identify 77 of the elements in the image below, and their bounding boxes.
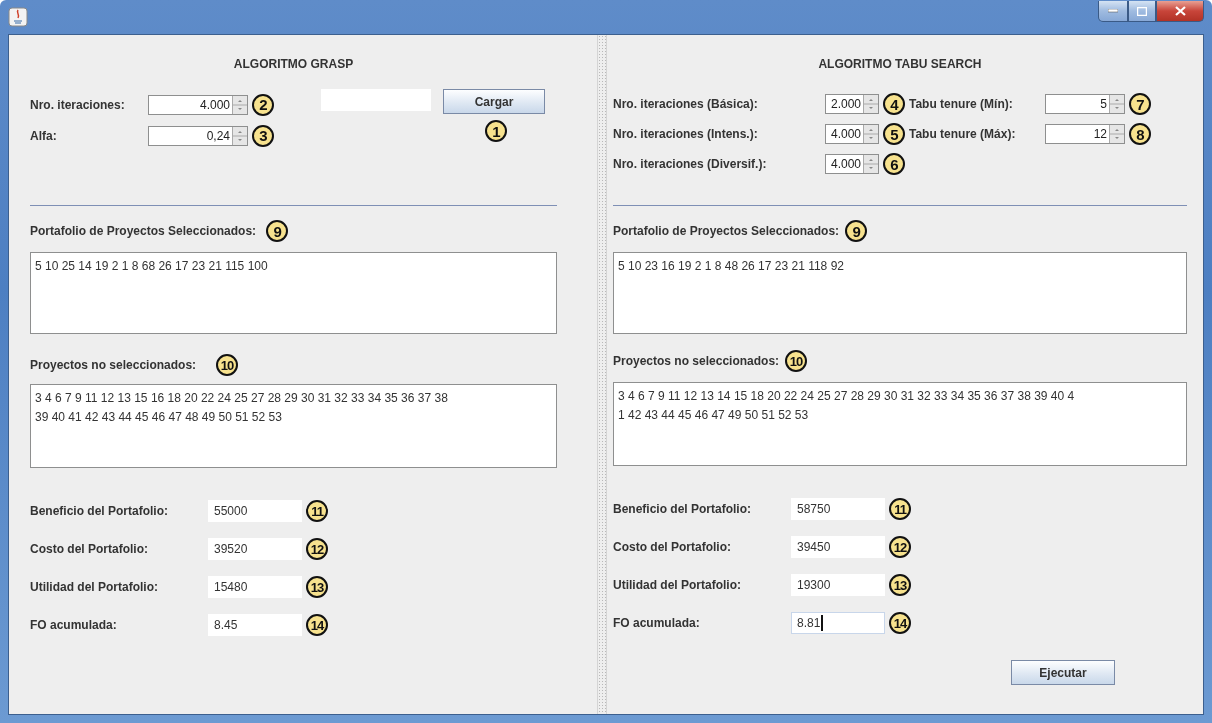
number-callout: 12 [889,536,911,558]
maximize-icon [1137,6,1147,16]
field-label: Nro. iteraciones: [30,97,126,112]
number-callout: 1 [485,120,507,142]
close-button[interactable] [1156,1,1204,22]
run-button[interactable]: Ejecutar [1011,660,1115,685]
text-field[interactable]: 58750 [791,498,885,520]
spinner-arrows-icon[interactable] [863,95,878,113]
panel-title: ALGORITMO GRASP [232,57,355,71]
number-callout: 9 [845,220,868,242]
panel-title: ALGORITMO TABU SEARCH [817,57,983,71]
section-label: Portafolio de Proyectos Seleccionados: [613,224,840,238]
number-spinner[interactable]: 2.000 [825,94,879,114]
text-field[interactable]: 15480 [208,576,302,598]
app-icon [8,7,28,27]
text-area[interactable]: 5 10 25 14 19 2 1 8 68 26 17 23 21 115 100 [30,252,557,334]
spinner-arrows-icon[interactable] [863,125,878,143]
field-label: Tabu tenure (Máx): [909,127,1017,141]
field-label: Beneficio del Portafolio: [30,504,169,518]
number-callout: 6 [883,153,905,175]
number-callout: 14 [889,612,911,634]
field-label: FO acumulada: [613,616,701,630]
text-field[interactable]: 39520 [208,538,302,560]
field-label: Costo del Portafolio: [613,540,732,554]
field-label: Beneficio del Portafolio: [613,502,752,516]
maximize-button[interactable] [1128,1,1156,22]
minimize-button[interactable] [1098,1,1128,22]
spinner-arrows-icon[interactable] [232,95,247,114]
load-button[interactable]: Cargar [443,89,545,114]
number-callout: 9 [266,220,289,242]
number-spinner[interactable]: 4.000 [825,154,879,174]
number-callout: 4 [883,93,905,115]
minimize-icon [1108,9,1118,13]
number-callout: 11 [306,500,328,522]
text-field[interactable]: 8.45 [208,614,302,636]
number-callout: 3 [252,124,274,147]
number-spinner[interactable]: 12 [1045,124,1125,144]
text-field[interactable]: 19300 [791,574,885,596]
field-label: Nro. iteraciones (Básica): [613,97,759,111]
number-callout: 5 [883,123,905,145]
text-area[interactable]: 5 10 23 16 19 2 1 8 48 26 17 23 21 118 92 [613,252,1187,334]
field-label: Costo del Portafolio: [30,542,149,556]
close-icon [1174,6,1186,16]
number-callout: 13 [889,574,911,596]
field-label: Nro. iteraciones (Intens.): [613,127,759,141]
field-label: Nro. iteraciones (Diversif.): [613,157,768,171]
number-spinner[interactable]: 4.000 [148,94,248,115]
number-callout: 2 [252,93,274,116]
number-callout: 7 [1129,93,1151,115]
number-callout: 13 [306,576,328,598]
text-area[interactable]: 3 4 6 7 9 11 12 13 14 15 18 20 22 24 25 27 28 29 30 31 32 33 34 35 36 37 38 39 40 4 1 42 43 44 45 46 47 49 50 51 52 53 [613,382,1187,466]
text-area[interactable]: 3 4 6 7 9 11 12 13 15 16 18 20 22 24 25 27 28 29 30 31 32 33 34 35 36 37 38 39 40 41 42 43 44 45 46 47 48 49 50 51 52 53 [30,384,557,468]
number-callout: 11 [889,498,911,520]
number-callout: 10 [216,354,239,376]
section-label: Proyectos no seleccionados: [613,354,780,368]
spinner-arrows-icon[interactable] [1109,125,1124,143]
number-spinner[interactable]: 0,24 [148,125,248,146]
number-callout: 8 [1129,123,1151,145]
number-spinner[interactable]: 5 [1045,94,1125,114]
spinner-arrows-icon[interactable] [863,155,878,173]
section-label: Proyectos no seleccionados: [30,358,197,372]
number-spinner[interactable]: 4.000 [825,124,879,144]
text-field[interactable]: 8.81 [791,612,885,634]
splitter-bar[interactable] [597,35,607,714]
field-label: Utilidad del Portafolio: [613,578,742,592]
spinner-arrows-icon[interactable] [232,126,247,145]
text-field[interactable]: 55000 [208,500,302,522]
field-label: FO acumulada: [30,618,118,632]
field-label: Alfa: [30,128,58,143]
number-callout: 10 [785,350,808,372]
number-callout: 12 [306,538,328,560]
field-label: Tabu tenure (Mín): [909,97,1014,111]
spinner-arrows-icon[interactable] [1109,95,1124,113]
field-label: Utilidad del Portafolio: [30,580,159,594]
number-callout: 14 [306,614,328,636]
text-field[interactable]: 39450 [791,536,885,558]
section-label: Portafolio de Proyectos Seleccionados: [30,224,257,238]
